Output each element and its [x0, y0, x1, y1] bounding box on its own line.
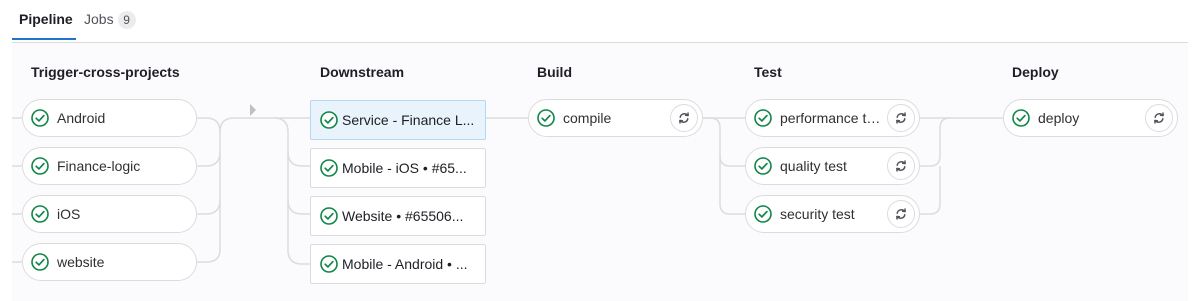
- job-quality-test[interactable]: quality test: [745, 147, 920, 185]
- downstream-label: Website • #65506...: [342, 208, 464, 224]
- status-success-icon: [31, 253, 49, 271]
- downstream-label: Mobile - Android • ...: [342, 256, 468, 272]
- retry-icon: [1154, 112, 1164, 124]
- stage-title-downstream: Downstream: [320, 64, 405, 80]
- status-success-icon: [320, 207, 338, 225]
- status-success-icon: [320, 159, 338, 177]
- retry-icon: [679, 112, 689, 124]
- status-success-icon: [31, 157, 49, 175]
- job-compile[interactable]: compile: [528, 99, 703, 137]
- downstream-pipeline-website[interactable]: Website • #65506...: [310, 196, 486, 236]
- retry-icon: [896, 112, 906, 124]
- retry-button[interactable]: [670, 104, 698, 132]
- status-success-icon: [754, 205, 772, 223]
- stage-title-deploy: Deploy: [1012, 64, 1059, 80]
- job-android[interactable]: Android: [22, 99, 197, 137]
- retry-button[interactable]: [887, 200, 915, 228]
- downstream-pipeline-mobile-android[interactable]: Mobile - Android • ...: [310, 244, 486, 284]
- status-success-icon: [537, 109, 555, 127]
- status-success-icon: [754, 157, 772, 175]
- job-finance-logic[interactable]: Finance-logic: [22, 147, 197, 185]
- job-label: website: [57, 254, 105, 270]
- job-label: Android: [57, 110, 106, 126]
- status-success-icon: [754, 109, 772, 127]
- downstream-label: Mobile - iOS • #65...: [342, 160, 467, 176]
- job-deploy[interactable]: deploy: [1003, 99, 1178, 137]
- job-label: iOS: [57, 206, 81, 222]
- job-label: Finance-logic: [57, 158, 141, 174]
- job-security-test[interactable]: security test: [745, 195, 920, 233]
- retry-button[interactable]: [887, 104, 915, 132]
- status-success-icon: [1012, 109, 1030, 127]
- stage-title-trigger: Trigger-cross-projects: [31, 64, 180, 80]
- status-success-icon: [31, 109, 49, 127]
- retry-button[interactable]: [1145, 104, 1173, 132]
- job-ios[interactable]: iOS: [22, 195, 197, 233]
- retry-icon: [896, 160, 906, 172]
- retry-icon: [896, 208, 906, 220]
- downstream-label: Service - Finance L...: [342, 112, 475, 128]
- status-success-icon: [320, 111, 338, 129]
- job-performance-test[interactable]: performance test: [745, 99, 920, 137]
- status-success-icon: [31, 205, 49, 223]
- retry-button[interactable]: [887, 152, 915, 180]
- job-website[interactable]: website: [22, 243, 197, 281]
- downstream-pipeline-service-finance[interactable]: Service - Finance L...: [310, 100, 486, 140]
- stage-title-test: Test: [754, 64, 782, 80]
- downstream-pipeline-mobile-ios[interactable]: Mobile - iOS • #65...: [310, 148, 486, 188]
- status-success-icon: [320, 255, 338, 273]
- stage-title-build: Build: [537, 64, 572, 80]
